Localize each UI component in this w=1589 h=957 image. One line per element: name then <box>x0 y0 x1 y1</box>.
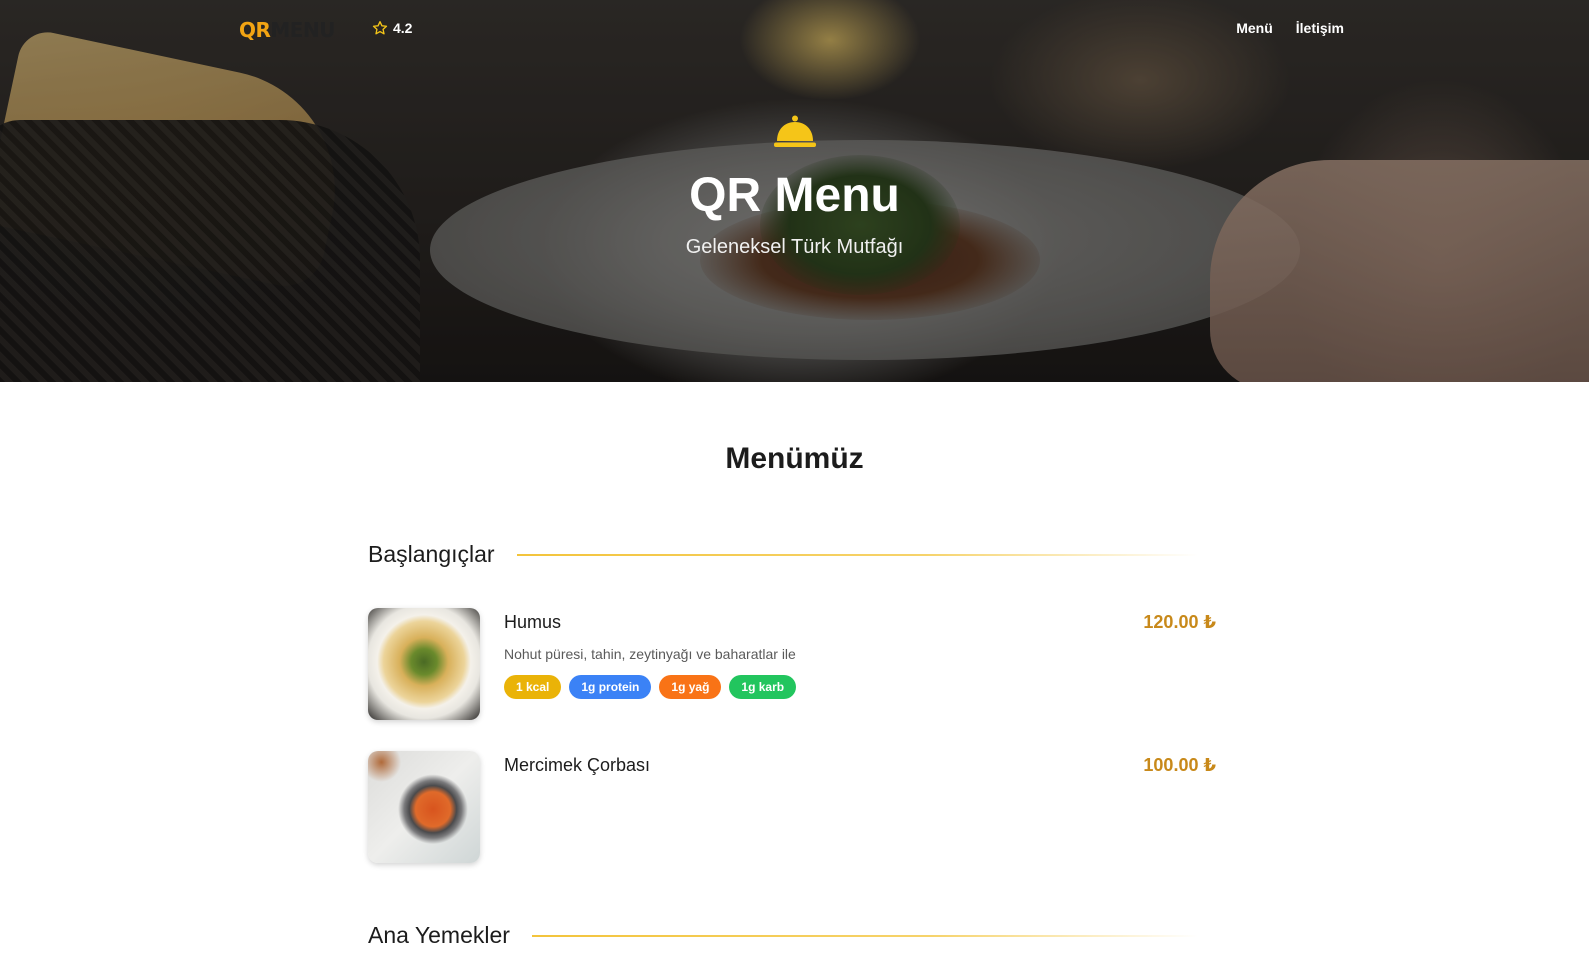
nutrition-tags: 1 kcal 1g protein 1g yağ 1g karb <box>504 675 797 699</box>
hero-subtitle: Geleneksel Türk Mutfağı <box>685 236 904 258</box>
tag-kcal: 1 kcal <box>504 675 562 699</box>
category-divider <box>516 553 1198 556</box>
hero-content: QR Menu Geleneksel Türk Mutfağı <box>0 115 1589 259</box>
category-name: Başlangıçlar <box>368 541 495 567</box>
menu-item-humus[interactable]: Humus Nohut püresi, tahin, zeytinyağı ve… <box>368 608 1232 720</box>
category-header-starters: Başlangıçlar <box>368 541 1198 568</box>
tag-protein: 1g protein <box>569 675 652 699</box>
item-name: Mercimek Çorbası <box>504 755 651 775</box>
category-divider <box>531 934 1198 937</box>
item-image[interactable] <box>368 608 480 720</box>
menu-title: Menümüz <box>725 442 864 475</box>
nav-links: Menü İletişim <box>1236 20 1344 36</box>
bell-icon <box>773 115 816 147</box>
hero-banner: QRMENU 4.2 Menü İletişim QR Menu Gelenek… <box>0 0 1589 382</box>
logo[interactable]: QRMENU <box>239 18 335 42</box>
tag-fat: 1g yağ <box>659 675 722 699</box>
item-description: Nohut püresi, tahin, zeytinyağı ve bahar… <box>504 646 796 662</box>
star-icon <box>372 21 388 35</box>
hero-title: QR Menu <box>689 169 900 222</box>
item-price: 100.00 ₺ <box>1143 755 1216 775</box>
item-price: 120.00 ₺ <box>1143 612 1216 632</box>
item-name: Humus <box>504 612 562 632</box>
category-header-mains: Ana Yemekler <box>368 922 1198 949</box>
rating-badge: 4.2 <box>372 20 412 36</box>
rating-value: 4.2 <box>393 20 413 36</box>
nav-link-contact[interactable]: İletişim <box>1296 20 1344 36</box>
menu-item-lentil-soup[interactable]: Mercimek Çorbası 100.00 ₺ <box>368 751 1232 863</box>
category-name: Ana Yemekler <box>368 922 510 948</box>
top-nav: QRMENU 4.2 Menü İletişim <box>0 0 1589 60</box>
tag-carb: 1g karb <box>729 675 797 699</box>
nav-link-menu[interactable]: Menü <box>1236 20 1273 36</box>
item-image[interactable] <box>368 751 480 863</box>
